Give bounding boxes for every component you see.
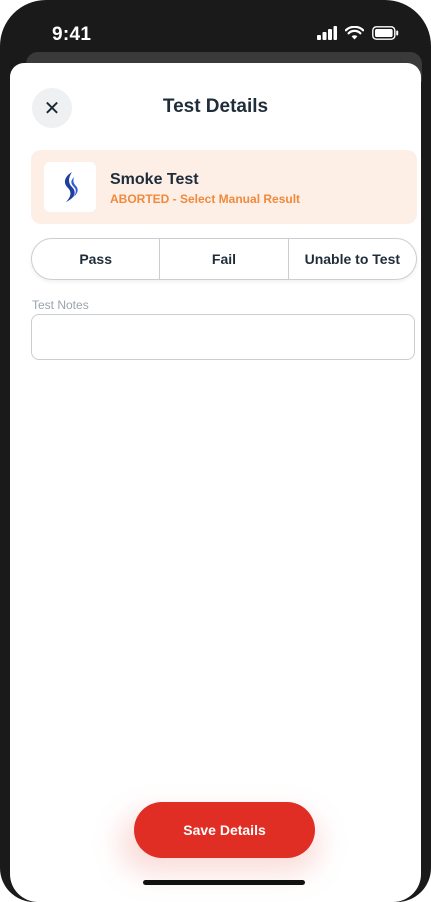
test-name: Smoke Test: [110, 171, 199, 188]
phone-frame: 9:41 ✕ Test Details Smoke Test ABORTED -…: [0, 0, 431, 902]
status-icons: [317, 26, 399, 40]
battery-icon: [372, 26, 399, 40]
fail-option[interactable]: Fail: [160, 239, 289, 279]
test-status: ABORTED - Select Manual Result: [110, 192, 301, 206]
test-notes-label: Test Notes: [32, 298, 89, 312]
test-logo: [44, 162, 96, 212]
test-details-sheet: ✕ Test Details Smoke Test ABORTED - Sele…: [10, 63, 421, 902]
signal-icon: [317, 26, 337, 40]
test-card: Smoke Test ABORTED - Select Manual Resul…: [31, 150, 417, 224]
status-bar: 9:41: [0, 0, 431, 58]
page-title: Test Details: [162, 96, 269, 117]
test-notes-input[interactable]: [31, 314, 415, 360]
status-time: 9:41: [52, 24, 92, 45]
unable-to-test-option[interactable]: Unable to Test: [289, 239, 416, 279]
save-details-button[interactable]: Save Details: [134, 802, 315, 858]
flame-logo-icon: [64, 172, 78, 202]
result-selector: Pass Fail Unable to Test: [31, 238, 417, 280]
home-indicator: [143, 880, 305, 885]
wifi-icon: [345, 26, 364, 40]
pass-option[interactable]: Pass: [32, 239, 161, 279]
